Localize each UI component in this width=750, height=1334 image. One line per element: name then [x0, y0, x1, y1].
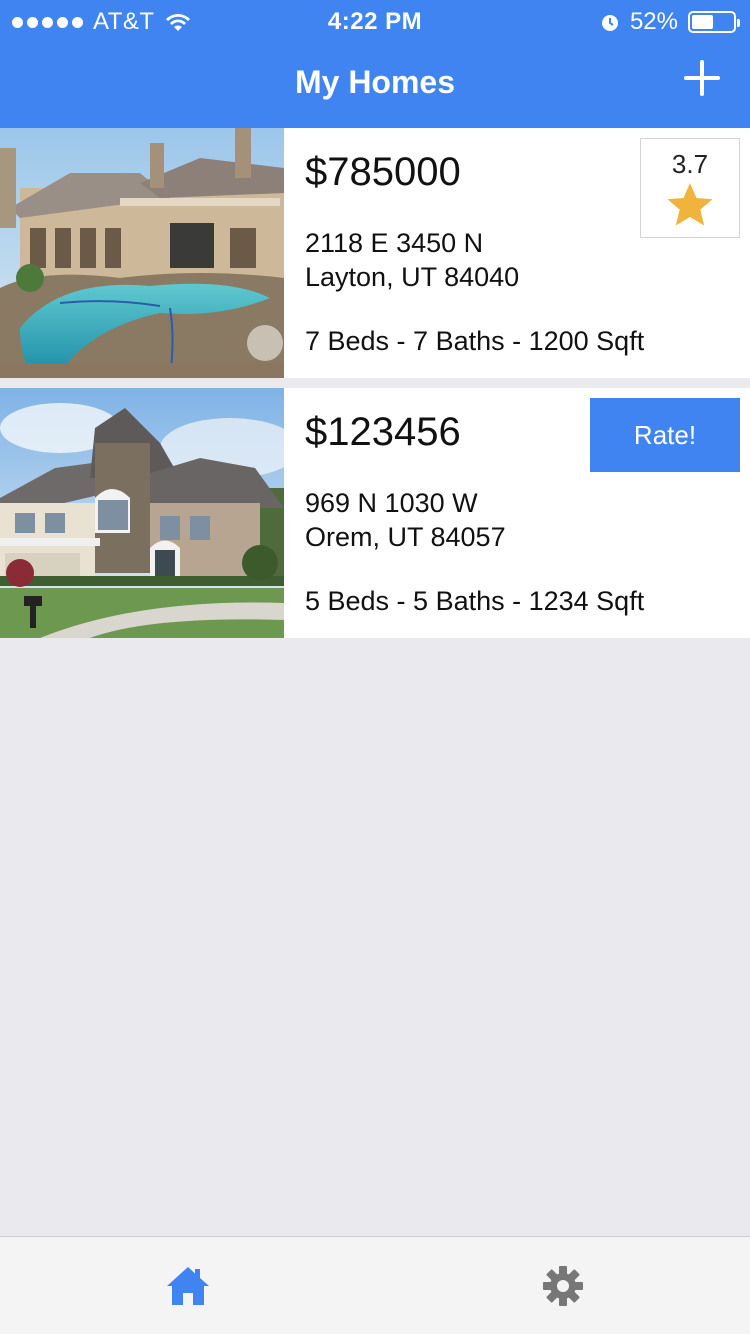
homes-list: $785000 2118 E 3450 N Layton, UT 84040 7… — [0, 128, 750, 648]
home-icon — [166, 1267, 209, 1305]
home-card[interactable]: $785000 2118 E 3450 N Layton, UT 84040 7… — [0, 128, 750, 378]
home-price: $123456 — [305, 410, 461, 454]
home-card[interactable]: $123456 969 N 1030 W Orem, UT 84057 5 Be… — [0, 388, 750, 638]
home-specs: 5 Beds - 5 Baths - 1234 Sqft — [305, 586, 645, 616]
battery-fill — [692, 15, 713, 29]
star-icon — [667, 183, 713, 226]
tab-home[interactable] — [0, 1237, 375, 1334]
rating-value: 3.7 — [671, 149, 709, 179]
home-city: Layton, UT 84040 — [305, 262, 520, 292]
tab-settings[interactable] — [375, 1237, 750, 1334]
alarm-icon — [601, 15, 618, 31]
home-street: 2118 E 3450 N — [305, 228, 484, 258]
home-photo — [0, 388, 284, 638]
rate-button[interactable]: Rate! — [590, 398, 740, 472]
home-city: Orem, UT 84057 — [305, 522, 506, 552]
navigation-header: AT&T 4:22 PM 52% My Homes — [0, 0, 750, 128]
rating-badge[interactable]: 3.7 — [640, 138, 740, 238]
tab-bar — [0, 1236, 750, 1334]
battery-percentage: 52% — [629, 8, 678, 35]
home-street: 969 N 1030 W — [305, 488, 478, 518]
home-specs: 7 Beds - 7 Baths - 1200 Sqft — [305, 326, 645, 356]
home-price: $785000 — [305, 150, 461, 194]
status-right: 52% — [600, 8, 740, 36]
home-photo — [0, 128, 284, 378]
status-bar: AT&T 4:22 PM 52% — [0, 0, 750, 40]
battery-icon — [688, 11, 740, 33]
house-photo-image — [0, 128, 284, 378]
add-home-button[interactable] — [680, 56, 724, 100]
gear-icon — [542, 1266, 583, 1306]
house-photo-image — [0, 388, 284, 638]
page-title: My Homes — [294, 64, 456, 100]
